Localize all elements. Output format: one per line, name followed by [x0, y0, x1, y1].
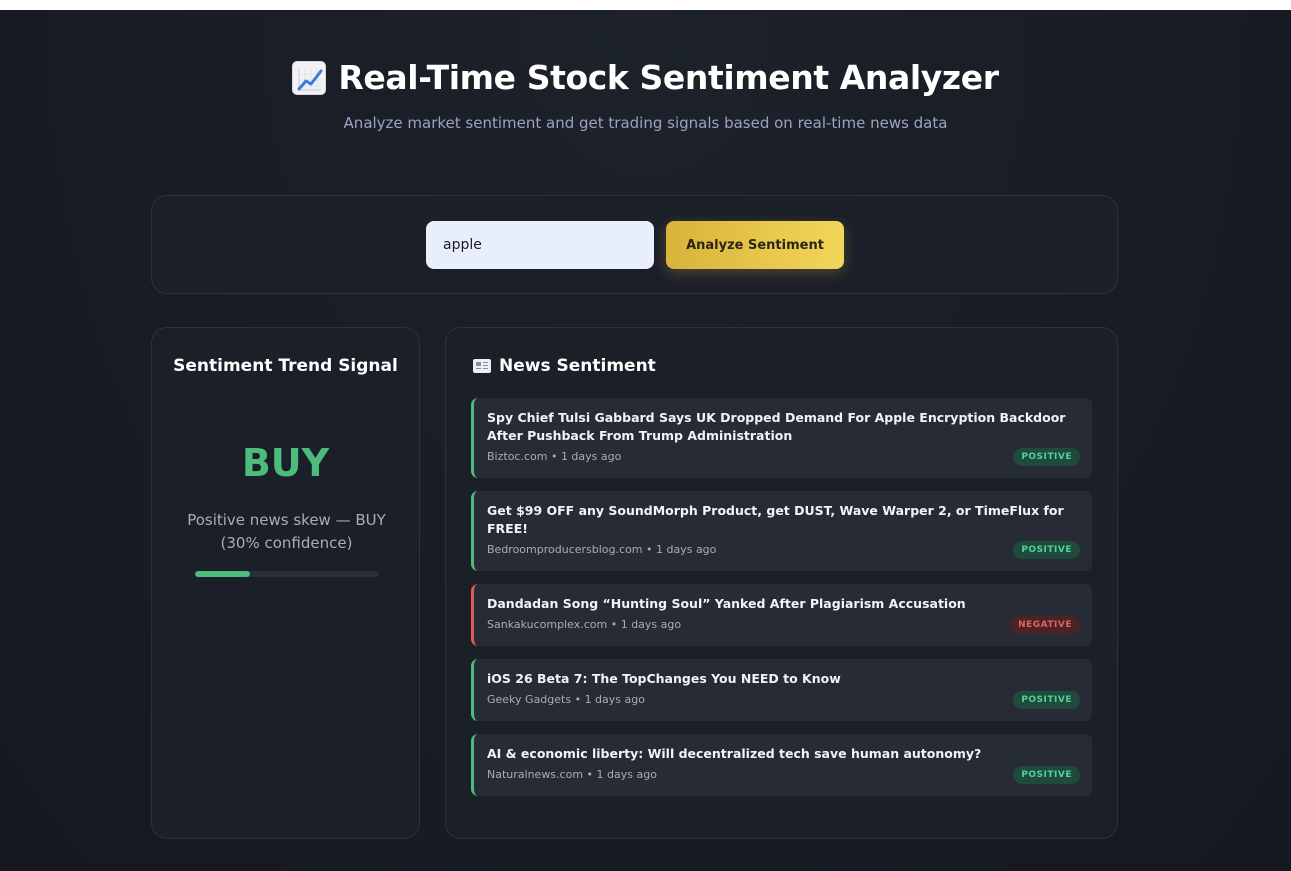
news-header: News Sentiment: [473, 356, 656, 376]
page-subtitle: Analyze market sentiment and get trading…: [343, 114, 948, 132]
page-header: Real-Time Stock Sentiment Analyzer: [0, 58, 1291, 97]
news-item[interactable]: Spy Chief Tulsi Gabbard Says UK Dropped …: [471, 398, 1092, 478]
signal-description: Positive news skew — BUY (30% confidence…: [187, 511, 386, 552]
page-title: Real-Time Stock Sentiment Analyzer: [338, 58, 999, 97]
sentiment-signal-card: Sentiment Trend Signal BUY Positive news…: [151, 327, 420, 839]
confidence-bar: [195, 571, 379, 577]
news-headline: Dandadan Song “Hunting Soul” Yanked Afte…: [487, 596, 966, 611]
app-root: Real-Time Stock Sentiment Analyzer Analy…: [0, 10, 1291, 871]
news-sentiment-card: News Sentiment Spy Chief Tulsi Gabbard S…: [445, 327, 1118, 839]
news-item[interactable]: AI & economic liberty: Will decentralize…: [471, 734, 1092, 796]
newspaper-icon: [473, 359, 491, 373]
news-card-title: News Sentiment: [499, 356, 656, 376]
signal-value: BUY: [241, 441, 330, 485]
news-item[interactable]: iOS 26 Beta 7: The TopChanges You NEED t…: [471, 659, 1092, 721]
news-meta: Geeky Gadgets • 1 days ago: [487, 693, 645, 706]
ticker-search-input[interactable]: [426, 221, 654, 269]
sentiment-badge: POSITIVE: [1013, 541, 1080, 559]
news-headline: AI & economic liberty: Will decentralize…: [487, 746, 982, 761]
sentiment-badge: POSITIVE: [1013, 691, 1080, 709]
news-item[interactable]: Dandadan Song “Hunting Soul” Yanked Afte…: [471, 584, 1092, 646]
news-meta: Bedroomproducersblog.com • 1 days ago: [487, 543, 717, 556]
news-headline: iOS 26 Beta 7: The TopChanges You NEED t…: [487, 671, 841, 686]
sentiment-badge: POSITIVE: [1013, 448, 1080, 466]
sentiment-badge: POSITIVE: [1013, 766, 1080, 784]
signal-card-title: Sentiment Trend Signal: [173, 356, 398, 376]
news-list: Spy Chief Tulsi Gabbard Says UK Dropped …: [471, 398, 1092, 809]
news-meta: Sankakucomplex.com • 1 days ago: [487, 618, 682, 631]
news-meta: Biztoc.com • 1 days ago: [487, 450, 622, 463]
news-item[interactable]: Get $99 OFF any SoundMorph Product, get …: [471, 491, 1092, 571]
news-meta: Naturalnews.com • 1 days ago: [487, 768, 657, 781]
analyze-sentiment-button[interactable]: Analyze Sentiment: [666, 221, 844, 269]
news-headline: Get $99 OFF any SoundMorph Product, get …: [487, 503, 1064, 536]
news-headline: Spy Chief Tulsi Gabbard Says UK Dropped …: [487, 410, 1066, 443]
search-panel: Analyze Sentiment: [151, 195, 1118, 294]
chart-increasing-icon: [292, 60, 327, 95]
confidence-bar-fill: [195, 571, 251, 577]
sentiment-badge: NEGATIVE: [1010, 616, 1080, 634]
